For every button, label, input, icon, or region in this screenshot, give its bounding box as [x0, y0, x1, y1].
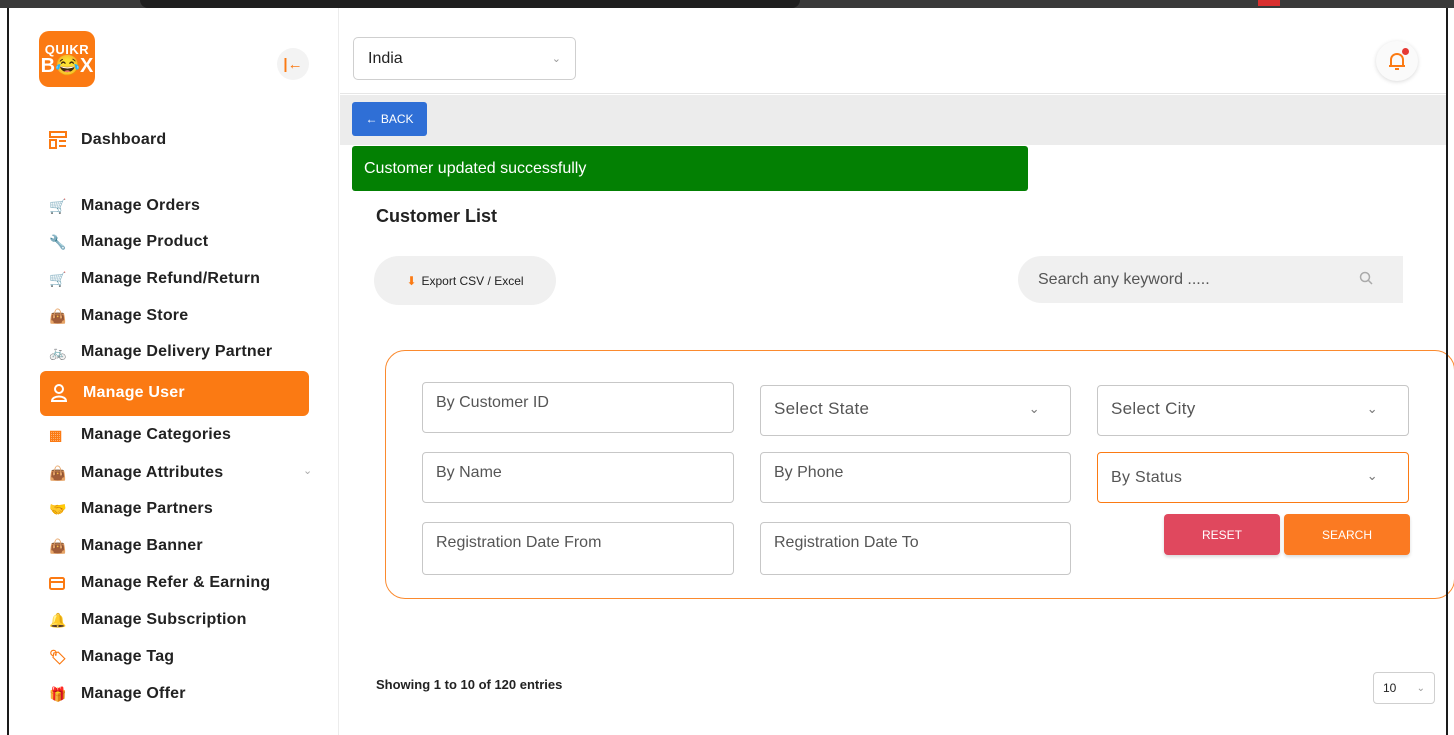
search-input[interactable]: Search any keyword ..... [1018, 256, 1403, 303]
cart-icon: 🛒 [49, 197, 67, 214]
download-icon: ⬇ [406, 273, 417, 288]
chevron-down-icon: ⌄ [1416, 682, 1425, 694]
bag-icon: 👜 [49, 464, 67, 481]
page-title: Customer List [376, 206, 498, 226]
browser-indicator [1258, 0, 1280, 6]
page-size-select[interactable]: 10 ⌄ [1373, 672, 1435, 704]
chevron-down-icon: ⌄ [1028, 401, 1040, 416]
search-icon[interactable] [1359, 271, 1373, 288]
notification-dot [1402, 48, 1409, 55]
sidebar-item-partners[interactable]: 🤝 Manage Partners [49, 496, 213, 522]
window-border-right [1446, 8, 1448, 735]
chevron-down-icon: ⌄ [1366, 468, 1378, 483]
sidebar-item-banner[interactable]: 👜 Manage Banner [49, 533, 203, 559]
collapse-left-icon[interactable]: |← [277, 48, 309, 80]
bell-icon: 🔔 [49, 611, 67, 628]
handshake-icon: 🤝 [49, 500, 67, 517]
search-button[interactable]: SEARCH [1284, 514, 1410, 555]
sidebar-item-store[interactable]: 👜 Manage Store [49, 303, 188, 329]
sidebar-item-offer[interactable]: 🎁 Manage Offer [49, 681, 186, 707]
notification-bell-icon[interactable] [1376, 41, 1418, 81]
registration-date-from-field[interactable]: Registration Date From [422, 522, 734, 575]
card-icon [49, 576, 71, 590]
sidebar-item-refer-earning[interactable]: Manage Refer & Earning [49, 570, 270, 596]
state-select[interactable]: Select State ⌄ [760, 385, 1071, 436]
entries-info: Showing 1 to 10 of 120 entries [376, 677, 563, 692]
app-logo[interactable]: QUIKR B😂X [39, 31, 95, 87]
sidebar-item-refund[interactable]: 🛒 Manage Refund/Return [49, 266, 260, 292]
success-alert: Customer updated successfully [352, 146, 1028, 191]
bag-icon: 👜 [49, 537, 67, 554]
sidebar-item-subscription[interactable]: 🔔 Manage Subscription [49, 607, 247, 633]
window-border-left [7, 8, 9, 735]
sidebar-item-attributes[interactable]: 👜 Manage Attributes [49, 460, 223, 486]
sidebar-item-user[interactable]: Manage User [51, 380, 185, 406]
grid-icon: ▦ [49, 426, 63, 443]
browser-top-strip [0, 0, 1454, 8]
phone-field[interactable]: By Phone [760, 452, 1071, 503]
sidebar: QUIKR B😂X |← Dashboard 🛒 Manage Orders 🔧… [9, 8, 339, 735]
export-csv-button[interactable]: ⬇ Export CSV / Excel [374, 256, 556, 305]
name-field[interactable]: By Name [422, 452, 734, 503]
bag-icon: 👜 [49, 307, 67, 324]
wrench-icon: 🔧 [49, 233, 67, 250]
reset-button[interactable]: RESET [1164, 514, 1280, 555]
sidebar-item-tag[interactable]: 🏷 Manage Tag [49, 644, 174, 670]
tag-icon: 🏷 [49, 648, 67, 665]
city-select[interactable]: Select City ⌄ [1097, 385, 1409, 436]
chevron-down-icon: ⌄ [551, 53, 561, 65]
dashboard-icon [49, 131, 71, 149]
cart-icon: 🛒 [49, 270, 67, 287]
browser-tab-pill [140, 0, 800, 8]
chevron-down-icon: ⌄ [1366, 401, 1378, 416]
customer-id-field[interactable]: By Customer ID [422, 382, 734, 433]
registration-date-to-field[interactable]: Registration Date To [760, 522, 1071, 575]
sidebar-item-delivery-partner[interactable]: 🚲 Manage Delivery Partner [49, 339, 272, 365]
sidebar-item-categories[interactable]: ▦ Manage Categories [49, 422, 231, 448]
bike-icon: 🚲 [49, 343, 67, 360]
sidebar-item-dashboard[interactable]: Dashboard [49, 127, 166, 153]
status-select[interactable]: By Status ⌄ [1097, 452, 1409, 503]
country-select[interactable]: India ⌄ [353, 37, 576, 80]
back-button[interactable]: ← BACK [352, 102, 427, 136]
content-toolbar [340, 95, 1446, 145]
sidebar-item-orders[interactable]: 🛒 Manage Orders [49, 193, 200, 219]
user-icon [51, 384, 73, 402]
chevron-down-icon[interactable]: ⌄ [303, 464, 312, 477]
gift-icon: 🎁 [49, 685, 67, 702]
sidebar-item-product[interactable]: 🔧 Manage Product [49, 229, 208, 255]
